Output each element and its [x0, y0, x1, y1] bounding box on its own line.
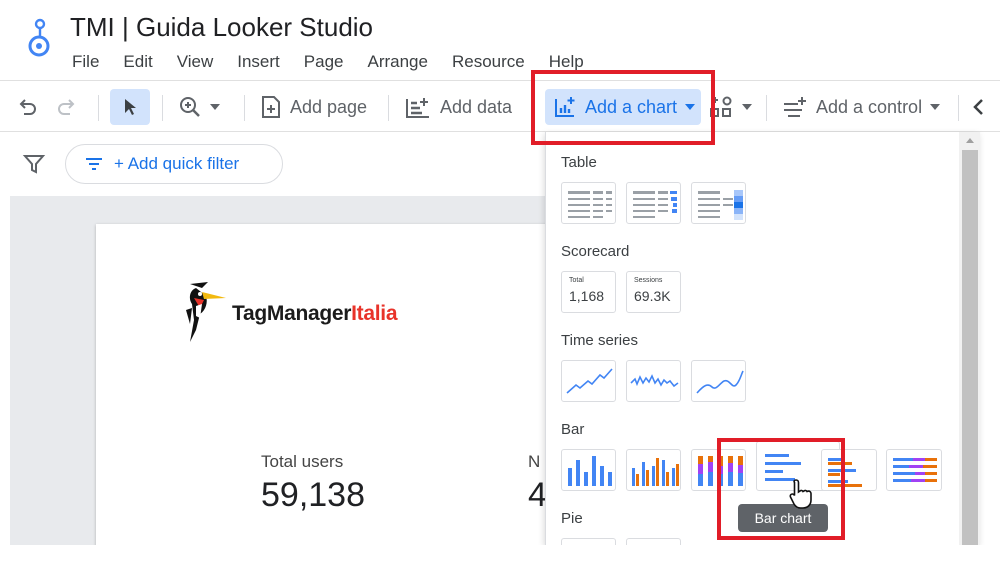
section-table-title: Table	[561, 154, 597, 171]
redo-icon	[58, 99, 75, 115]
chevron-left-icon	[973, 99, 983, 115]
tagmanageritalia-logo[interactable]: TagManagerItalia	[182, 280, 398, 348]
stacked-bar-chart-icon	[893, 458, 937, 482]
donut-chart-option[interactable]	[626, 538, 681, 545]
add-quick-filter-label: + Add quick filter	[114, 154, 240, 173]
menu-edit[interactable]: Edit	[123, 52, 152, 72]
filter-icon[interactable]	[22, 152, 46, 176]
bottom-margin	[0, 545, 1000, 563]
total-users-label: Total users	[261, 452, 344, 471]
zoom-icon	[180, 97, 200, 117]
section-bar-title: Bar	[561, 421, 585, 438]
table-bars-icon	[633, 191, 677, 218]
smoothed-time-series-option[interactable]	[691, 360, 746, 402]
add-control-label: Add a control	[816, 96, 923, 117]
total-users-value: 59,138	[261, 476, 365, 514]
add-quick-filter-button[interactable]: + Add quick filter	[65, 144, 283, 184]
report-page[interactable]: TagManagerItalia Total users 59,138 N 4	[96, 224, 556, 545]
table-icon	[568, 191, 612, 218]
menu-scrollbar-thumb[interactable]	[962, 150, 978, 545]
sparkline-option[interactable]	[626, 360, 681, 402]
table-heatmap-icon	[698, 190, 743, 220]
menu-bar: File Edit View Insert Page Arrange Resou…	[72, 52, 608, 72]
scorecard-tile-value: 1,168	[569, 288, 605, 304]
zoom-button[interactable]	[178, 89, 220, 125]
grouped-column-chart-option[interactable]	[626, 449, 681, 491]
add-control-icon	[784, 97, 806, 117]
cursor-arrow-icon	[125, 99, 136, 115]
menu-help[interactable]: Help	[549, 52, 584, 72]
column-chart-option[interactable]	[561, 449, 616, 491]
chevron-down-icon	[210, 104, 220, 110]
grouped-column-chart-icon	[632, 458, 679, 486]
scorecard-compact-option[interactable]: Sessions 69.3K	[626, 271, 681, 313]
undo-button[interactable]	[16, 89, 38, 125]
add-data-icon	[406, 98, 429, 118]
collapse-toolbar-button[interactable]	[972, 89, 984, 125]
menu-arrange[interactable]: Arrange	[367, 52, 427, 72]
looker-studio-logo-icon[interactable]	[20, 18, 56, 62]
section-time-series-title: Time series	[561, 332, 638, 349]
add-page-icon	[262, 96, 280, 118]
logo-wordmark: TagManagerItalia	[232, 302, 398, 325]
scorecard-option[interactable]: Total 1,168	[561, 271, 616, 313]
scorecard-tile-label: Sessions	[634, 277, 663, 284]
chevron-down-icon	[930, 104, 941, 110]
redo-button[interactable]	[56, 89, 78, 125]
table-chart-option[interactable]	[561, 182, 616, 224]
column-chart-icon	[568, 456, 612, 486]
table-heatmap-option[interactable]	[691, 182, 746, 224]
time-series-icon	[566, 368, 613, 394]
filter-lines-icon	[86, 158, 102, 170]
menu-resource[interactable]: Resource	[452, 52, 525, 72]
add-data-button[interactable]: Add data	[404, 89, 512, 125]
smoothed-time-series-icon	[696, 370, 744, 394]
report-canvas[interactable]: TagManagerItalia Total users 59,138 N 4	[10, 196, 556, 545]
add-page-label: Add page	[290, 96, 368, 117]
chevron-down-icon	[742, 104, 752, 110]
highlight-bar-chart	[717, 438, 845, 540]
add-page-button[interactable]: Add page	[260, 89, 367, 125]
menu-file[interactable]: File	[72, 52, 99, 72]
highlight-add-chart	[531, 70, 715, 145]
scorecard-tile-label: Total	[569, 277, 584, 284]
table-bars-option[interactable]	[626, 182, 681, 224]
add-control-button[interactable]: Add a control	[782, 89, 941, 125]
report-title[interactable]: TMI | Guida Looker Studio	[70, 12, 373, 43]
add-data-label: Add data	[440, 96, 513, 117]
undo-icon	[19, 99, 36, 115]
menu-insert[interactable]: Insert	[237, 52, 280, 72]
woodpecker-icon	[186, 282, 226, 342]
scorecard-tile-value: 69.3K	[634, 288, 671, 304]
select-tool-button[interactable]	[110, 89, 150, 125]
section-scorecard-title: Scorecard	[561, 243, 630, 260]
scroll-up-icon[interactable]	[962, 134, 978, 148]
pie-chart-option[interactable]	[561, 538, 616, 545]
filter-bar: + Add quick filter	[0, 132, 545, 196]
toolbar: Add page Add data Add a chart Add a cont…	[0, 80, 1000, 132]
looker-studio-window: TMI | Guida Looker Studio File Edit View…	[0, 0, 1000, 545]
menu-view[interactable]: View	[177, 52, 214, 72]
second-metric-label: N	[528, 452, 541, 471]
sparkline-icon	[630, 374, 679, 388]
stacked-bar-chart-option[interactable]	[886, 449, 942, 491]
time-series-option[interactable]	[561, 360, 616, 402]
section-pie-title: Pie	[561, 510, 583, 527]
menu-page[interactable]: Page	[304, 52, 344, 72]
